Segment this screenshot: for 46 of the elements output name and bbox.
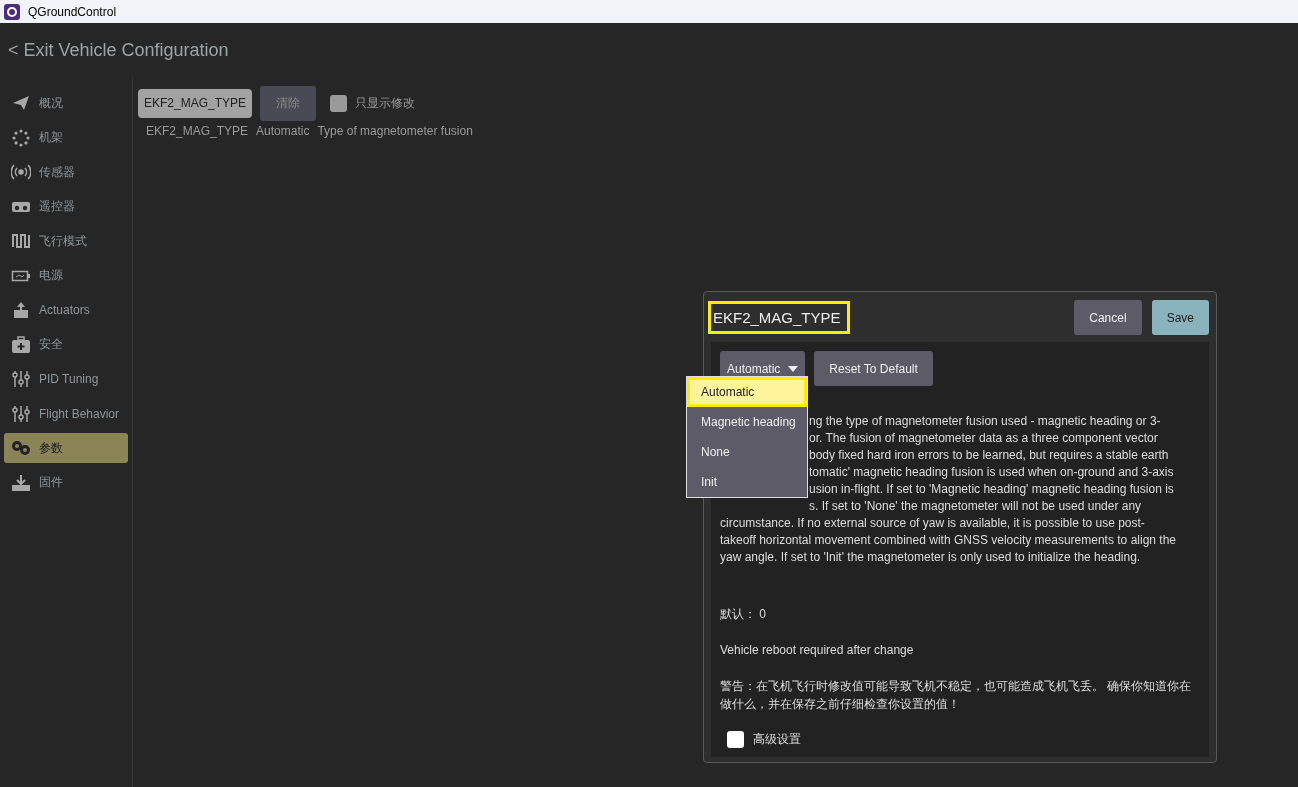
sidebar-item[interactable]: Actuators xyxy=(4,295,128,325)
actuator-icon xyxy=(11,300,31,320)
sidebar-item[interactable]: 电源 xyxy=(4,260,128,291)
sliders-icon xyxy=(11,369,31,389)
dot-ring-icon xyxy=(11,127,31,148)
sidebar-item[interactable]: 机架 xyxy=(4,122,128,153)
exit-configuration-link[interactable]: < Exit Vehicle Configuration xyxy=(8,40,229,61)
checkbox-label: 只显示修改 xyxy=(355,95,416,112)
sliders-icon xyxy=(11,403,31,424)
dropdown-option[interactable]: None xyxy=(687,437,807,467)
sidebar-item[interactable]: 传感器 xyxy=(4,157,128,187)
param-description: Type of magnetometer fusion xyxy=(317,124,473,138)
dropdown-option[interactable]: Init xyxy=(687,467,807,497)
save-button[interactable]: Save xyxy=(1151,300,1209,335)
signal-waves-icon xyxy=(11,162,31,182)
reboot-note: Vehicle reboot required after change xyxy=(720,643,915,657)
param-value[interactable]: Automatic xyxy=(256,124,310,138)
window-title: QGroundControl xyxy=(28,4,117,19)
cancel-button[interactable]: Cancel xyxy=(1074,300,1142,335)
checkbox-label: 高级设置 xyxy=(753,731,801,748)
parameter-description: circumstance. If no external source of yaw is available, it is possible to use post- takeoff horizontal movement combined with GNSS velocity measurements to align the yaw angle. If set to 'Init' the magnetometer is only used to initialize the heading. xyxy=(720,515,1177,566)
checkbox[interactable] xyxy=(330,95,348,112)
sidebar-item[interactable]: 固件 xyxy=(4,467,128,498)
sidebar-item[interactable]: 遥控器 xyxy=(4,191,128,222)
sidebar-item[interactable]: PID Tuning xyxy=(4,364,128,394)
dialog-title: EKF2_MAG_TYPE xyxy=(708,301,850,334)
dropdown-option[interactable]: Magnetic heading xyxy=(687,407,807,437)
reset-button[interactable]: Reset To Default xyxy=(814,351,933,386)
search-field[interactable]: EKF2_MAG_TYPE xyxy=(138,89,253,118)
download-tray-icon xyxy=(11,472,31,493)
sidebar-item[interactable]: Flight Behavior xyxy=(4,398,128,429)
param-name[interactable]: EKF2_MAG_TYPE xyxy=(146,124,249,138)
app-logo-icon xyxy=(4,3,20,20)
square-wave-icon xyxy=(11,231,31,251)
caret-icon xyxy=(788,365,799,372)
sidebar-item[interactable]: 飞行模式 xyxy=(4,226,128,256)
link-icon xyxy=(11,438,31,458)
sidebar-item[interactable]: 参数 xyxy=(4,433,128,463)
sidebar-item[interactable]: 安全 xyxy=(4,329,128,360)
dropdown-option[interactable]: Automatic xyxy=(687,377,807,407)
medkit-icon xyxy=(11,334,31,355)
checkbox[interactable] xyxy=(727,731,744,748)
warning-text: 警告：在飞机飞行时修改值可能导致飞机不稳定，也可能造成飞机飞丢。 确保你知道你在做什么，并在保存之前仔细检查你设置的值！ xyxy=(720,678,1193,713)
sidebar-item[interactable]: 概况 xyxy=(4,88,128,118)
default-value: 默认： 0 xyxy=(720,606,767,623)
parameter-description: ng the type of magnetometer fusion used - magnetic heading or 3- or. The fusion of magnetometer data as a three component vector body fixed hard iron errors to be learned, but requires a stable earth tomatic' magnetic heading fusion is used when on-ground and 3-axis usion in-flight. If set to 'Magnetic heading' magnetic heading fusion is s. If set to 'None' the magnetometer will not be used under any xyxy=(809,413,1174,515)
